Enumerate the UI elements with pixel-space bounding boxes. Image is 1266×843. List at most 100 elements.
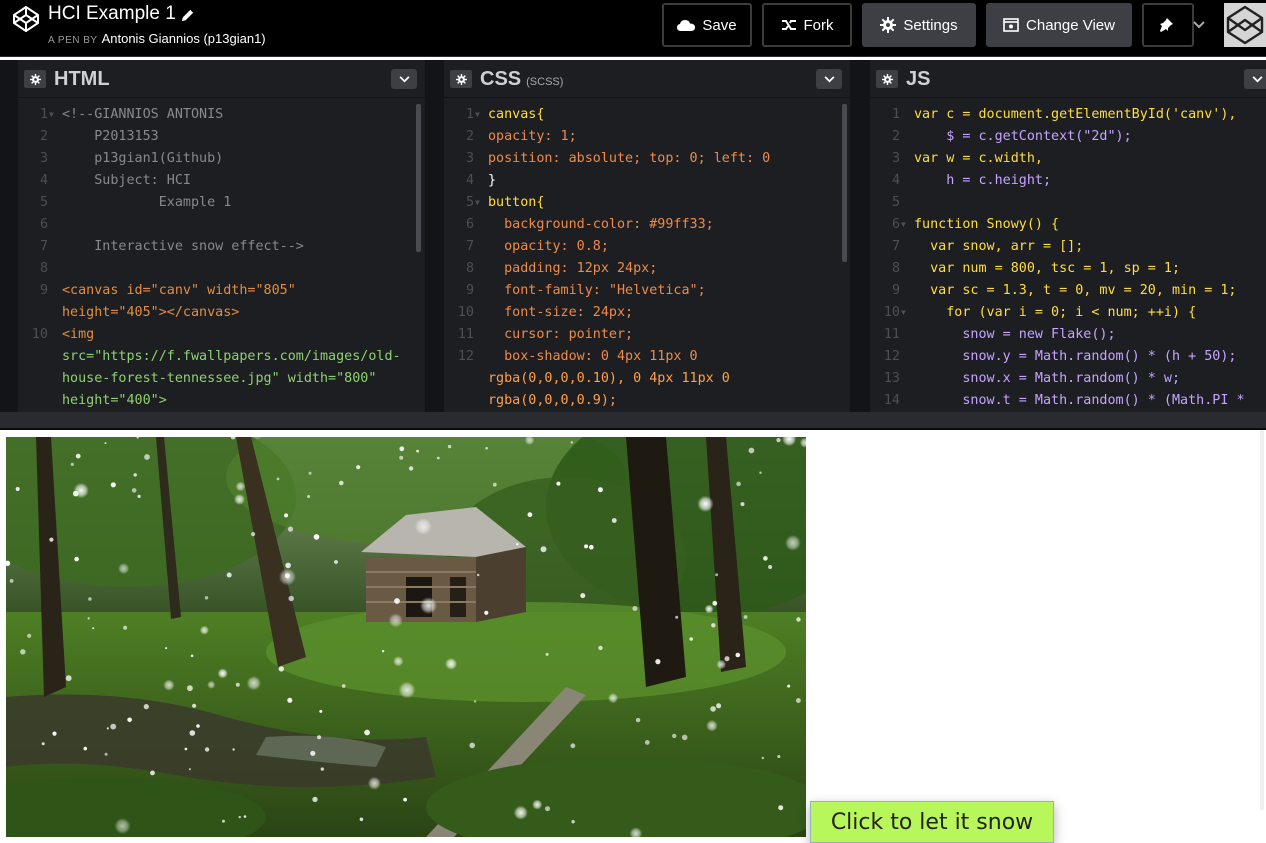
snowflake xyxy=(697,495,714,513)
line-number: 6 xyxy=(465,217,474,232)
settings-button[interactable]: Settings xyxy=(862,3,976,47)
css-pane-menu-button[interactable] xyxy=(816,69,842,89)
code-line: <img xyxy=(62,327,95,342)
snowflake xyxy=(445,657,458,670)
pin-dropdown-toggle[interactable] xyxy=(1184,3,1214,47)
snowflake xyxy=(187,685,193,692)
snowflake xyxy=(611,518,617,523)
html-pane-menu-button[interactable] xyxy=(391,69,417,89)
snowflake xyxy=(748,447,755,454)
fork-icon xyxy=(781,20,796,30)
html-pane-title: HTML xyxy=(54,68,110,90)
line-number: 4 xyxy=(891,173,900,188)
css-editor-scrollbar[interactable] xyxy=(842,104,847,262)
snowflake xyxy=(137,494,141,498)
snowflake xyxy=(416,449,419,453)
snowflake xyxy=(190,654,194,658)
snowflake xyxy=(232,748,235,751)
line-number: 5 xyxy=(465,195,474,210)
let-it-snow-button[interactable]: Click to let it snow xyxy=(810,801,1054,843)
snowflake xyxy=(469,742,476,749)
snowflake xyxy=(313,534,320,540)
snowflake xyxy=(635,717,641,723)
line-number: 3 xyxy=(465,151,474,166)
snowflake xyxy=(364,729,370,736)
codepen-logo-icon[interactable] xyxy=(12,5,40,33)
save-button[interactable]: Save xyxy=(662,3,752,47)
snowflake xyxy=(681,734,688,741)
js-settings-button[interactable] xyxy=(876,70,898,88)
snowflake xyxy=(204,747,210,752)
snowflake xyxy=(307,495,311,498)
chevron-down-icon xyxy=(1252,75,1262,82)
pen-title[interactable]: HCI Example 1 xyxy=(48,3,176,25)
avatar[interactable] xyxy=(1224,3,1266,47)
snowflake xyxy=(127,717,132,723)
line-number: 3 xyxy=(891,151,900,166)
code-line: snow.x = Math.random() * w; xyxy=(914,371,1181,386)
snowflake xyxy=(310,750,316,756)
preview-resize-handle[interactable] xyxy=(0,412,1266,430)
pane-resizer[interactable] xyxy=(850,60,869,412)
fold-icon[interactable]: ▼ xyxy=(901,302,906,324)
code-line: opacity: 0.8; xyxy=(488,239,609,254)
snowflake xyxy=(104,442,107,445)
byline-prefix: A PEN BY xyxy=(48,35,98,46)
line-number: 11 xyxy=(457,327,474,342)
snowflake xyxy=(110,482,116,488)
js-pane-header: JS xyxy=(870,60,1266,98)
code-line: <canvas id="canv" width="805" xyxy=(62,283,296,298)
gear-icon xyxy=(455,73,467,85)
snowflake xyxy=(778,805,784,811)
html-editor-scrollbar[interactable] xyxy=(416,104,421,252)
snowflake xyxy=(675,615,679,619)
snowflake xyxy=(199,625,209,635)
js-code-editor[interactable]: 1 var c = document.getElementById('canv'… xyxy=(870,104,1266,412)
snowflake xyxy=(485,446,488,450)
code-line: house-forest-tennessee.jpg" width="800" xyxy=(62,371,377,386)
author-link[interactable]: Antonis Giannios (p13gian1) xyxy=(102,31,266,46)
fold-icon[interactable]: ▼ xyxy=(475,104,480,126)
html-code-editor[interactable]: 1 ▼ <!--GIANNIOS ANTONIS 2 P2013153 3 p1… xyxy=(18,104,425,412)
snowflake xyxy=(492,482,497,487)
js-pane-menu-button[interactable] xyxy=(1244,69,1266,89)
preview-scrollbar[interactable] xyxy=(1260,430,1264,810)
snowflake xyxy=(736,481,741,487)
snowflake xyxy=(238,815,241,819)
snowflake xyxy=(278,666,284,672)
css-settings-button[interactable] xyxy=(450,70,472,88)
css-code-editor[interactable]: 1 ▼ canvas{ 2 opacity: 1; 3 position: ab… xyxy=(444,104,850,412)
snowflake xyxy=(251,532,256,537)
snowflake xyxy=(110,723,117,730)
line-number: 5 xyxy=(891,195,900,210)
line-number: 1 xyxy=(465,107,474,122)
snowflake xyxy=(420,597,437,615)
snowflake xyxy=(52,731,57,736)
snowflake xyxy=(207,680,216,689)
line-number: 2 xyxy=(39,129,48,144)
fold-icon[interactable]: ▼ xyxy=(49,104,54,126)
snowflake xyxy=(356,465,361,470)
fold-icon[interactable]: ▼ xyxy=(475,192,480,214)
snowflake xyxy=(710,706,716,712)
css-editor-pane: CSS (SCSS) 1 ▼ canvas{ 2 opacity: 1; 3 po… xyxy=(444,60,850,412)
code-line: Subject: HCI xyxy=(62,173,191,188)
fork-button[interactable]: Fork xyxy=(762,3,852,47)
snowflake xyxy=(571,820,575,824)
fold-icon[interactable]: ▼ xyxy=(901,214,906,236)
pencil-icon[interactable] xyxy=(180,8,195,23)
change-view-button[interactable]: Change View xyxy=(986,3,1132,47)
snowflake xyxy=(715,573,719,577)
snowflake xyxy=(712,600,718,606)
snowflake xyxy=(339,480,344,486)
snowflake xyxy=(706,719,718,732)
code-line: font-size: 24px; xyxy=(488,305,634,320)
code-line: rgba(0,0,0,0.10), 0 4px 11px 0 xyxy=(488,371,730,386)
cloud-icon xyxy=(677,19,696,31)
html-settings-button[interactable] xyxy=(24,70,46,88)
snowflake xyxy=(556,481,561,486)
code-line: padding: 12px 24px; xyxy=(488,261,658,276)
line-number: 10 xyxy=(457,305,474,320)
line-number: 10 xyxy=(883,305,900,320)
pane-resizer[interactable] xyxy=(425,60,444,412)
